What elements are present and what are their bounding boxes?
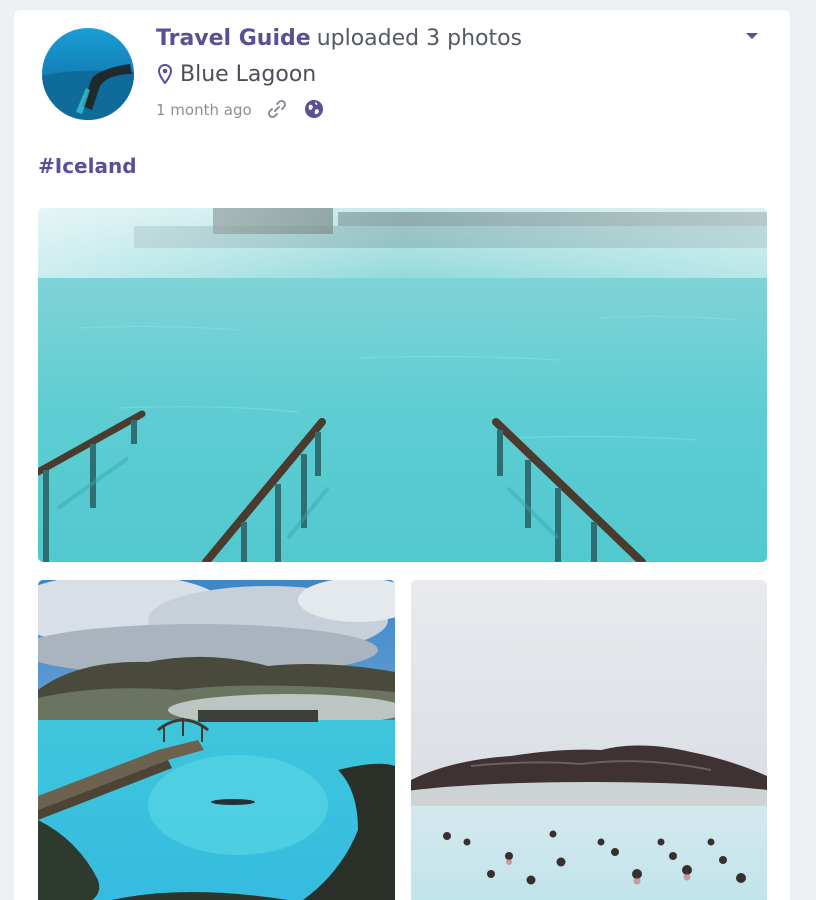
post-options-chevron-down-icon[interactable] bbox=[744, 28, 760, 44]
post-header: Travel Guide uploaded 3 photos bbox=[156, 24, 522, 54]
post-photo-2[interactable] bbox=[38, 580, 395, 900]
post-photo-1[interactable] bbox=[38, 208, 767, 562]
post-action-text: uploaded 3 photos bbox=[316, 26, 523, 51]
author-avatar[interactable] bbox=[42, 28, 134, 120]
post-photo-3[interactable] bbox=[411, 580, 767, 900]
hashtag-link[interactable]: #Iceland bbox=[38, 153, 137, 179]
location-label: Blue Lagoon bbox=[180, 62, 317, 87]
post-card: Travel Guide uploaded 3 photos Blue Lagoo… bbox=[14, 10, 790, 900]
author-name[interactable]: Travel Guide bbox=[156, 26, 311, 51]
link-icon[interactable] bbox=[266, 98, 288, 126]
post-timestamp[interactable]: 1 month ago bbox=[156, 101, 252, 119]
page: Travel Guide uploaded 3 photos Blue Lagoo… bbox=[0, 0, 816, 900]
globe-icon[interactable] bbox=[303, 98, 325, 126]
post-meta: 1 month ago bbox=[156, 98, 325, 126]
location-link[interactable]: Blue Lagoon bbox=[157, 60, 317, 90]
map-pin-icon bbox=[157, 63, 173, 85]
